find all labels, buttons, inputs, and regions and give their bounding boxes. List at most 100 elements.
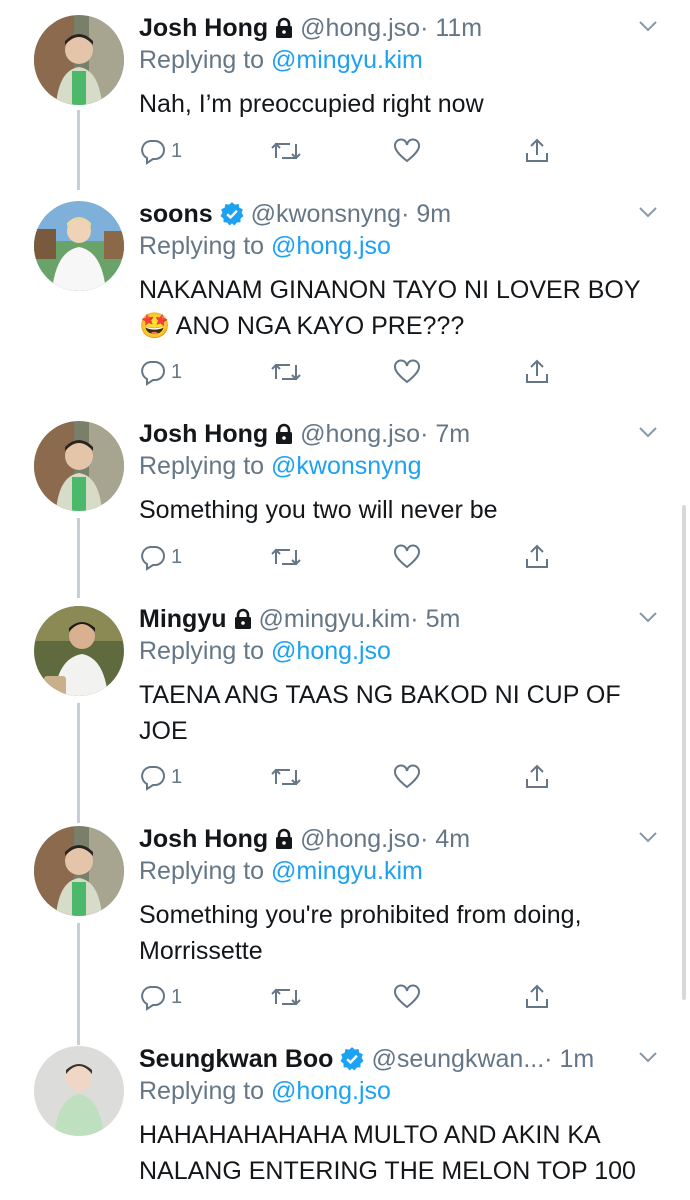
tweet-actions: 1 [139,762,559,792]
replying-label: Replying to [139,637,265,665]
display-name[interactable]: Mingyu [139,605,227,634]
reply-button[interactable]: 1 [139,136,182,166]
reply-button[interactable]: 1 [139,982,182,1012]
share-icon [526,359,548,383]
lock-icon [274,828,294,850]
tweet-text-line: TAENA ANG TAAS NG BAKOD NI CUP OF [139,681,621,709]
share-button[interactable] [523,357,551,387]
tweet-actions: 1 [139,982,559,1012]
avatar[interactable] [34,826,124,916]
tweet[interactable]: Josh Hong @hong.jso · 11m Replying to @m… [0,10,690,180]
display-name[interactable]: soons [139,200,213,229]
retweet-button[interactable] [270,982,302,1012]
like-button[interactable] [393,136,421,166]
reply-button[interactable]: 1 [139,762,182,792]
username[interactable]: @hong.jso [300,825,420,854]
replying-to: Replying to @kwonsnyng [139,452,421,481]
retweet-button[interactable] [270,357,302,387]
reply-count: 1 [171,139,183,162]
mention-link[interactable]: @hong.jso [271,1077,391,1105]
tweet[interactable]: soons @kwonsnyng · 9m Replying to @hong.… [0,196,690,396]
tweet-text: Something you're prohibited from doing, … [139,897,659,969]
tweet-header: Seungkwan Boo @seungkwan... · 1m [139,1041,594,1077]
chevron-down-icon[interactable] [636,1045,660,1069]
retweet-button[interactable] [270,136,302,166]
replying-label: Replying to [139,232,265,260]
share-button[interactable] [523,136,551,166]
tweet-header: Josh Hong @hong.jso · 4m [139,821,470,857]
tweet[interactable]: Mingyu @mingyu.kim · 5m Replying to @hon… [0,601,690,801]
chevron-down-icon[interactable] [636,420,660,444]
timestamp[interactable]: · 7m [420,420,470,449]
reply-icon [141,546,165,571]
replying-label: Replying to [139,452,265,480]
timestamp[interactable]: · 9m [401,200,451,229]
avatar[interactable] [34,421,124,511]
mention-link[interactable]: @mingyu.kim [271,857,423,885]
reply-count: 1 [171,765,183,788]
mention-link[interactable]: @mingyu.kim [271,46,423,74]
avatar[interactable] [34,1046,124,1136]
avatar[interactable] [34,606,124,696]
display-name[interactable]: Josh Hong [139,825,268,854]
display-name[interactable]: Josh Hong [139,420,268,449]
timestamp[interactable]: · 11m [420,14,482,43]
timestamp[interactable]: · 4m [420,825,470,854]
timestamp[interactable]: · 5m [410,605,460,634]
tweet-text-line: NALANG ENTERING THE MELON TOP 100 [139,1157,636,1185]
reply-count: 1 [171,545,183,568]
retweet-icon [271,142,301,160]
heart-icon [394,138,420,163]
retweet-button[interactable] [270,542,302,572]
avatar[interactable] [34,201,124,291]
display-name[interactable]: Seungkwan Boo [139,1045,333,1074]
tweet-actions: 1 [139,136,559,166]
avatar[interactable] [34,15,124,105]
replying-to: Replying to @mingyu.kim [139,46,423,75]
share-icon [526,544,548,568]
chevron-down-icon[interactable] [636,200,660,224]
timestamp[interactable]: · 1m [544,1045,594,1074]
reply-button[interactable]: 1 [139,542,182,572]
tweet[interactable]: Josh Hong @hong.jso · 4m Replying to @mi… [0,821,690,1021]
tweet[interactable]: Josh Hong @hong.jso · 7m Replying to @kw… [0,416,690,586]
heart-icon [394,359,420,384]
username[interactable]: @kwonsnyng [251,200,401,229]
tweet-text-line: HAHAHAHAHAHA MULTO AND AKIN KA [139,1121,601,1149]
username[interactable]: @seungkwan... [371,1045,544,1074]
reply-button[interactable]: 1 [139,357,182,387]
chevron-down-icon[interactable] [636,825,660,849]
scrollbar[interactable] [682,505,686,1000]
share-icon [526,984,548,1008]
reply-icon [141,986,165,1011]
share-icon [526,138,548,162]
retweet-icon [271,988,301,1006]
replying-label: Replying to [139,46,265,74]
lock-icon [233,608,253,630]
username[interactable]: @hong.jso [300,420,420,449]
retweet-icon [271,548,301,566]
tweet-text-line: NAKANAM GINANON TAYO NI LOVER BOY [139,276,641,304]
tweet-text-line: Something you're prohibited from doing, [139,901,582,929]
chevron-down-icon[interactable] [636,14,660,38]
mention-link[interactable]: @kwonsnyng [271,452,421,480]
share-button[interactable] [523,762,551,792]
tweet[interactable]: Seungkwan Boo @seungkwan... · 1m Replyin… [0,1041,690,1200]
mention-link[interactable]: @hong.jso [271,637,391,665]
like-button[interactable] [393,357,421,387]
retweet-button[interactable] [270,762,302,792]
share-button[interactable] [523,542,551,572]
retweet-icon [271,768,301,786]
display-name[interactable]: Josh Hong [139,14,268,43]
chevron-down-icon[interactable] [636,605,660,629]
mention-link[interactable]: @hong.jso [271,232,391,260]
username[interactable]: @hong.jso [300,14,420,43]
tweet-text: NAKANAM GINANON TAYO NI LOVER BOY 🤩 ANO … [139,272,659,344]
share-button[interactable] [523,982,551,1012]
tweet-text: Nah, I’m preoccupied right now [139,86,659,122]
like-button[interactable] [393,762,421,792]
like-button[interactable] [393,542,421,572]
like-button[interactable] [393,982,421,1012]
verified-icon [219,201,245,227]
username[interactable]: @mingyu.kim [259,605,411,634]
